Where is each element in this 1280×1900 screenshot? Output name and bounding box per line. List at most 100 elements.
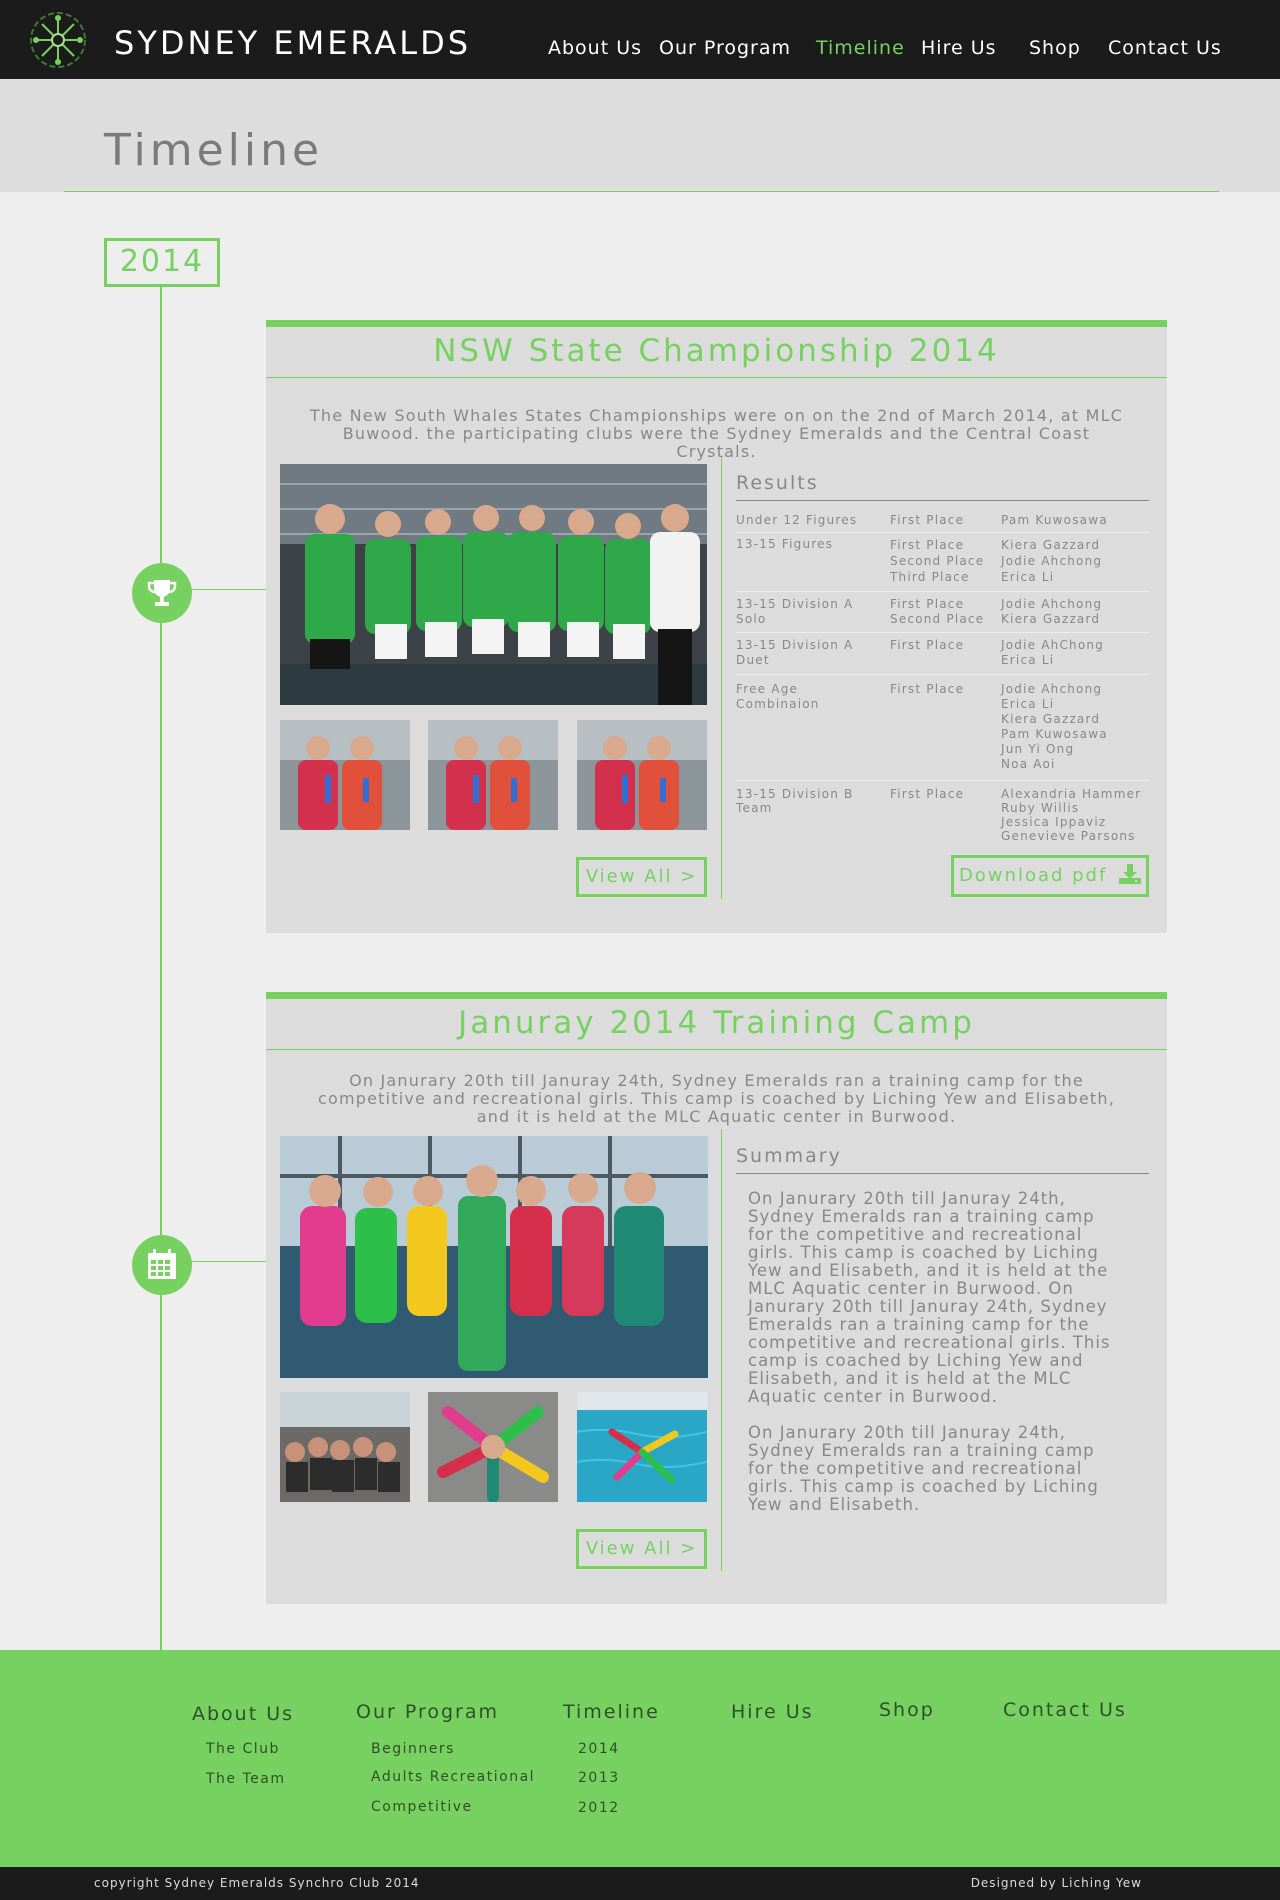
timeline-line bbox=[160, 286, 162, 1650]
thumbnail-photo[interactable] bbox=[280, 720, 410, 830]
result-name: Erica Li bbox=[1001, 653, 1055, 667]
result-event: 13-15 Division B Team bbox=[736, 787, 854, 815]
footer-heading-hire-us[interactable]: Hire Us bbox=[731, 1701, 814, 1723]
result-name: Kiera Gazzard bbox=[1001, 712, 1101, 726]
footer-link-adults-recreational[interactable]: Adults Recreational bbox=[371, 1769, 535, 1785]
row-divider bbox=[736, 674, 1149, 675]
row-divider bbox=[736, 591, 1149, 592]
result-event: Under 12 Figures bbox=[736, 513, 858, 527]
panel-divider bbox=[721, 1129, 722, 1571]
footer-link-2014[interactable]: 2014 bbox=[578, 1741, 620, 1757]
view-all-button[interactable]: View All > bbox=[576, 1529, 707, 1569]
event-title-divider bbox=[266, 377, 1167, 378]
result-name: Pam Kuwosawa bbox=[1001, 513, 1108, 527]
result-place: Third Place bbox=[890, 570, 970, 584]
footer-link-the-club[interactable]: The Club bbox=[206, 1741, 280, 1757]
result-name: Ruby Willis bbox=[1001, 801, 1080, 815]
summary-heading-rule bbox=[736, 1173, 1149, 1174]
footer-link-2013[interactable]: 2013 bbox=[578, 1770, 620, 1786]
result-place: First Place bbox=[890, 787, 965, 801]
thumbnail-photo[interactable] bbox=[428, 1392, 558, 1502]
footer-heading-timeline[interactable]: Timeline bbox=[563, 1701, 660, 1723]
event-card-championship: NSW State Championship 2014 The New Sout… bbox=[266, 320, 1167, 933]
nav-hire-us[interactable]: Hire Us bbox=[921, 37, 997, 59]
thumbnail-photo[interactable] bbox=[280, 1392, 410, 1502]
title-divider bbox=[64, 191, 1219, 192]
club-logo-icon[interactable] bbox=[26, 8, 90, 72]
result-event: Free Age Combinaion bbox=[736, 682, 820, 711]
thumbnail-photo[interactable] bbox=[428, 720, 558, 830]
download-pdf-label: Download pdf bbox=[958, 865, 1108, 886]
footer-link-beginners[interactable]: Beginners bbox=[371, 1741, 455, 1757]
result-name: Erica Li bbox=[1001, 697, 1055, 711]
copyright-bar: copyright Sydney Emeralds Synchro Club 2… bbox=[0, 1867, 1280, 1900]
event-title: NSW State Championship 2014 bbox=[433, 333, 1000, 369]
result-name: Noa Aoi bbox=[1001, 757, 1056, 771]
view-all-button[interactable]: View All > bbox=[576, 857, 707, 897]
row-divider bbox=[736, 632, 1149, 633]
event-title: Januray 2014 Training Camp bbox=[458, 1005, 975, 1041]
result-place: First Place bbox=[890, 538, 965, 552]
result-name: Kiera Gazzard bbox=[1001, 538, 1101, 552]
panel-divider bbox=[721, 457, 722, 899]
download-pdf-button[interactable]: Download pdf bbox=[951, 855, 1149, 897]
copyright-text: copyright Sydney Emeralds Synchro Club 2… bbox=[94, 1876, 420, 1890]
result-name: Jun Yi Ong bbox=[1001, 742, 1075, 756]
summary-paragraph: On Janurary 20th till Januray 24th, Sydn… bbox=[748, 1423, 1099, 1514]
trophy-icon bbox=[132, 563, 192, 623]
result-name: Jodie Ahchong bbox=[1001, 682, 1103, 696]
thumbnail-photo[interactable] bbox=[577, 1392, 707, 1502]
results-heading: Results bbox=[736, 472, 819, 494]
nav-timeline[interactable]: Timeline bbox=[816, 37, 905, 59]
result-name: Jodie AhChong bbox=[1001, 638, 1104, 652]
results-heading-rule bbox=[736, 500, 1149, 501]
event-description: The New South Whales States Championship… bbox=[309, 406, 1124, 461]
result-name: Alexandria Hammer bbox=[1001, 787, 1142, 801]
download-icon bbox=[1119, 861, 1142, 896]
result-name: Kiera Gazzard bbox=[1001, 612, 1101, 626]
brand-name[interactable]: SYDNEY EMERALDS bbox=[114, 24, 471, 62]
result-place: Second Place bbox=[890, 554, 985, 568]
result-name: Pam Kuwosawa bbox=[1001, 727, 1108, 741]
timeline-year-badge[interactable]: 2014 bbox=[104, 238, 220, 287]
page-title-band: Timeline bbox=[0, 79, 1280, 192]
nav-our-program[interactable]: Our Program bbox=[659, 37, 791, 59]
row-divider bbox=[736, 532, 1149, 533]
footer-link-competitive[interactable]: Competitive bbox=[371, 1799, 473, 1815]
summary-paragraph: On Janurary 20th till Januray 24th, Sydn… bbox=[748, 1189, 1111, 1406]
timeline-connector bbox=[190, 1261, 267, 1262]
nav-about-us[interactable]: About Us bbox=[548, 37, 642, 59]
result-place: First Place bbox=[890, 638, 965, 652]
event-card-training-camp: Januray 2014 Training Camp On Janurary 2… bbox=[266, 992, 1167, 1604]
footer-heading-shop[interactable]: Shop bbox=[879, 1699, 935, 1721]
nav-contact-us[interactable]: Contact Us bbox=[1108, 37, 1222, 59]
team-photo[interactable] bbox=[280, 464, 707, 705]
event-description: On Janurary 20th till Januray 24th, Sydn… bbox=[317, 1071, 1116, 1126]
result-name: Jodie Ahchong bbox=[1001, 597, 1103, 611]
result-event: 13-15 Division A Duet bbox=[736, 638, 854, 667]
footer-heading-contact-us[interactable]: Contact Us bbox=[1003, 1699, 1127, 1721]
page-title: Timeline bbox=[104, 125, 324, 176]
result-name: Jodie Ahchong bbox=[1001, 554, 1103, 568]
result-name: Erica Li bbox=[1001, 570, 1055, 584]
site-header: SYDNEY EMERALDS About Us Our Program Tim… bbox=[0, 0, 1280, 79]
result-place: Second Place bbox=[890, 612, 985, 626]
result-place: First Place bbox=[890, 682, 965, 696]
nav-shop[interactable]: Shop bbox=[1029, 37, 1081, 59]
timeline-connector bbox=[190, 589, 267, 590]
result-event: 13-15 Division A Solo bbox=[736, 597, 854, 626]
footer-heading-about-us[interactable]: About Us bbox=[192, 1703, 294, 1725]
thumbnail-photo[interactable] bbox=[577, 720, 707, 830]
footer-link-the-team[interactable]: The Team bbox=[206, 1771, 286, 1787]
event-title-divider bbox=[266, 1049, 1167, 1050]
site-footer: About Us The Club The Team Our Program B… bbox=[0, 1650, 1280, 1867]
result-place: First Place bbox=[890, 513, 965, 527]
footer-link-2012[interactable]: 2012 bbox=[578, 1800, 620, 1816]
footer-heading-our-program[interactable]: Our Program bbox=[356, 1701, 499, 1723]
calendar-icon bbox=[132, 1235, 192, 1295]
result-name: Jessica Ippaviz bbox=[1001, 815, 1107, 829]
result-name: Genevieve Parsons bbox=[1001, 829, 1136, 843]
result-event: 13-15 Figures bbox=[736, 537, 834, 551]
camp-group-photo[interactable] bbox=[280, 1136, 708, 1378]
summary-heading: Summary bbox=[736, 1145, 842, 1167]
